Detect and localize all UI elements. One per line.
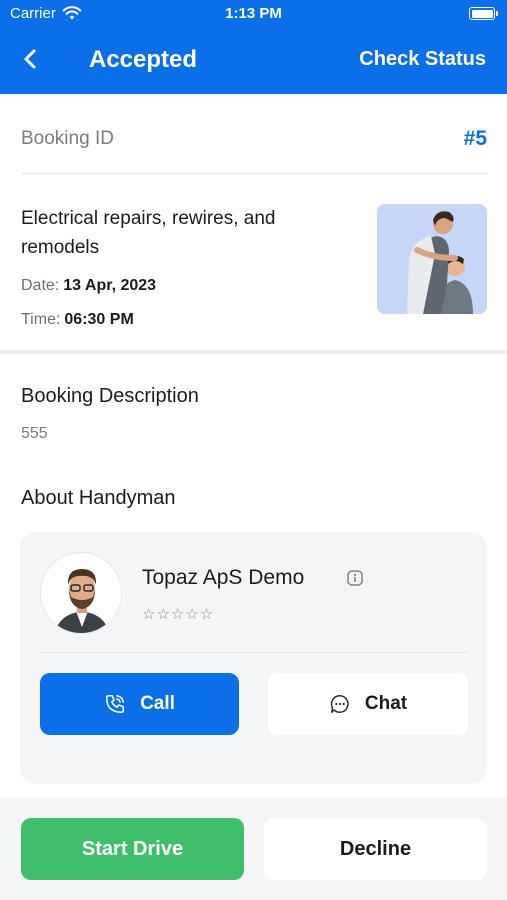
back-button[interactable] — [16, 44, 44, 74]
divider — [21, 173, 487, 174]
handyman-avatar — [40, 552, 122, 634]
booking-date-row: Date: 13 Apr, 2023 — [21, 277, 156, 295]
status-time: 1:13 PM — [225, 5, 282, 22]
time-value: 06:30 PM — [64, 311, 134, 328]
booking-id-label: Booking ID — [21, 128, 114, 149]
chat-button[interactable]: Chat — [268, 673, 468, 735]
date-value: 13 Apr, 2023 — [63, 277, 157, 294]
booking-time-row: Time: 06:30 PM — [21, 311, 134, 329]
service-image — [377, 204, 487, 314]
time-label: Time: — [21, 311, 61, 328]
chat-label: Chat — [364, 693, 408, 714]
call-button[interactable]: Call — [40, 673, 239, 735]
bottom-action-bar: Start Drive Decline — [0, 798, 507, 900]
check-status-button[interactable]: Check Status — [359, 48, 486, 71]
rating-stars: ☆☆☆☆☆ — [142, 606, 215, 623]
phone-icon — [106, 694, 125, 714]
handyman-name: Topaz ApS Demo — [142, 566, 305, 589]
date-label: Date: — [21, 277, 60, 294]
card-divider — [40, 652, 468, 653]
about-handyman-title: About Handyman — [21, 487, 176, 509]
section-separator — [0, 350, 507, 354]
booking-description-text: 555 — [21, 425, 48, 442]
decline-button[interactable]: Decline — [264, 818, 487, 880]
booking-id-value: #5 — [463, 127, 487, 150]
info-icon[interactable] — [347, 570, 363, 586]
app-header: Carrier 1:13 PM Accepted Check Status — [0, 0, 507, 94]
handyman-card: Topaz ApS Demo ☆☆☆☆☆ Call Chat — [20, 532, 487, 784]
start-drive-button[interactable]: Start Drive — [21, 818, 244, 880]
booking-description-title: Booking Description — [21, 385, 199, 407]
chat-bubble-icon — [330, 695, 349, 713]
page-title: Accepted — [89, 46, 198, 73]
battery-icon — [469, 7, 498, 20]
service-name: Electrical repairs, rewires, and remodel… — [21, 208, 276, 258]
call-label: Call — [140, 693, 175, 714]
status-bar: Carrier 1:13 PM — [0, 0, 507, 28]
